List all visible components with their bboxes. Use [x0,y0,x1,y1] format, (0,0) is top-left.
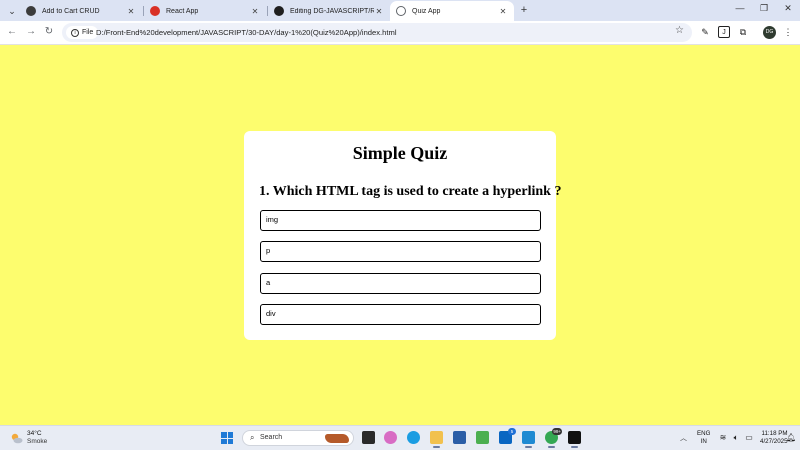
answer-button[interactable]: img [260,210,541,231]
microsoft-store-icon[interactable] [453,431,466,444]
task-view-icon[interactable] [362,431,375,444]
weather-temperature[interactable]: 34°C [27,430,42,437]
answer-button[interactable]: p [260,241,541,262]
extensions-puzzle-icon[interactable]: ⧉ [737,26,749,38]
javascript-extension-icon[interactable]: J [718,26,730,38]
search-highlight-image [325,434,349,443]
react-app-icon [150,6,160,16]
file-explorer-icon[interactable] [430,431,443,448]
copilot-icon[interactable] [384,431,397,444]
browser-toolbar: ← → ↻ i File D:/Front-End%20development/… [0,21,800,45]
bookmark-star-icon[interactable]: ☆ [675,25,684,36]
github-icon [274,6,284,16]
linkedin-badge: 5 [508,428,516,435]
wifi-icon[interactable]: ≋ [718,433,728,443]
chrome-badge: 99+ [552,428,562,435]
taskbar-search[interactable]: ⌕ Search [242,430,354,446]
tab-title: Add to Cart CRUD [42,7,100,15]
quiz-title: Simple Quiz [352,143,448,163]
tab-quiz-app[interactable]: Quiz App ✕ [390,1,514,21]
tab-title: Editing DG-JAVASCRIPT/READM [290,7,374,15]
tab-title: Quiz App [412,7,441,15]
close-window-icon[interactable]: ✕ [781,3,795,14]
reload-icon[interactable]: ↻ [42,25,56,39]
clock-date: 4/27/2025 [760,438,788,445]
minimize-icon[interactable]: — [733,3,747,13]
forward-icon[interactable]: → [24,25,38,39]
address-bar[interactable]: i File D:/Front-End%20development/JAVASC… [62,23,692,42]
close-icon[interactable]: ✕ [374,7,384,16]
weather-icon[interactable] [10,432,23,445]
region-code: IN [700,438,707,445]
notification-bell-icon[interactable]: 🔔︎ [786,433,796,442]
new-tab-button[interactable]: + [517,2,531,18]
menu-kebab-icon[interactable]: ⋮ [782,26,794,38]
battery-icon[interactable]: ▭ [744,433,754,443]
question-text: 1. Which HTML tag is used to create a hy… [259,184,562,199]
chrome-icon[interactable]: 99+ [545,428,562,448]
edge-icon[interactable] [407,431,420,444]
back-icon[interactable]: ← [5,25,19,39]
search-label: Search [260,434,283,441]
globe-icon [26,6,36,16]
terminal-icon[interactable] [568,431,581,448]
tab-title: React App [166,7,199,15]
system-clock[interactable]: 11:18 PM 4/27/2025 [760,430,788,446]
tab-editing-readme[interactable]: Editing DG-JAVASCRIPT/READM ✕ [268,1,390,21]
volume-icon[interactable]: 🔈︎ [731,433,741,443]
language-indicator[interactable]: ENG IN [697,430,710,446]
language-code: ENG [697,430,711,437]
close-icon[interactable]: ✕ [126,7,136,16]
pen-extension-icon[interactable]: ✎ [699,26,711,38]
site-info-label: File [82,29,94,36]
tab-add-to-cart[interactable]: Add to Cart CRUD ✕ [20,1,142,21]
url-text[interactable]: D:/Front-End%20development/JAVASCRIPT/30… [96,26,397,39]
close-icon[interactable]: ✕ [498,7,508,16]
taskbar: 34°C Smoke ⌕ Search 5 99+ ︿ ENG IN ≋ 🔈︎ … [0,425,800,450]
restore-icon[interactable]: ❐ [757,3,771,14]
weather-condition[interactable]: Smoke [27,438,47,445]
info-icon: i [71,28,79,37]
app-icon[interactable] [476,431,489,444]
clock-time: 11:18 PM [761,430,788,437]
site-info-chip[interactable]: i File [66,26,99,39]
answer-button[interactable]: a [260,273,541,294]
answer-button[interactable]: div [260,304,541,325]
windows-start-icon[interactable] [221,432,233,444]
tab-strip: ⌄ Add to Cart CRUD ✕ React App ✕ Editing… [0,0,800,21]
show-hidden-icons-chevron-icon[interactable]: ︿ [680,433,687,443]
vscode-icon[interactable] [522,431,535,448]
profile-avatar[interactable]: DG [763,26,776,39]
tab-search-icon[interactable]: ⌄ [4,3,20,19]
close-icon[interactable]: ✕ [250,7,260,16]
globe-icon [396,6,406,16]
quiz-card: Simple Quiz 1. Which HTML tag is used to… [244,131,561,340]
search-icon: ⌕ [250,433,255,442]
tab-react-app[interactable]: React App ✕ [144,1,266,21]
linkedin-icon[interactable]: 5 [499,428,516,444]
